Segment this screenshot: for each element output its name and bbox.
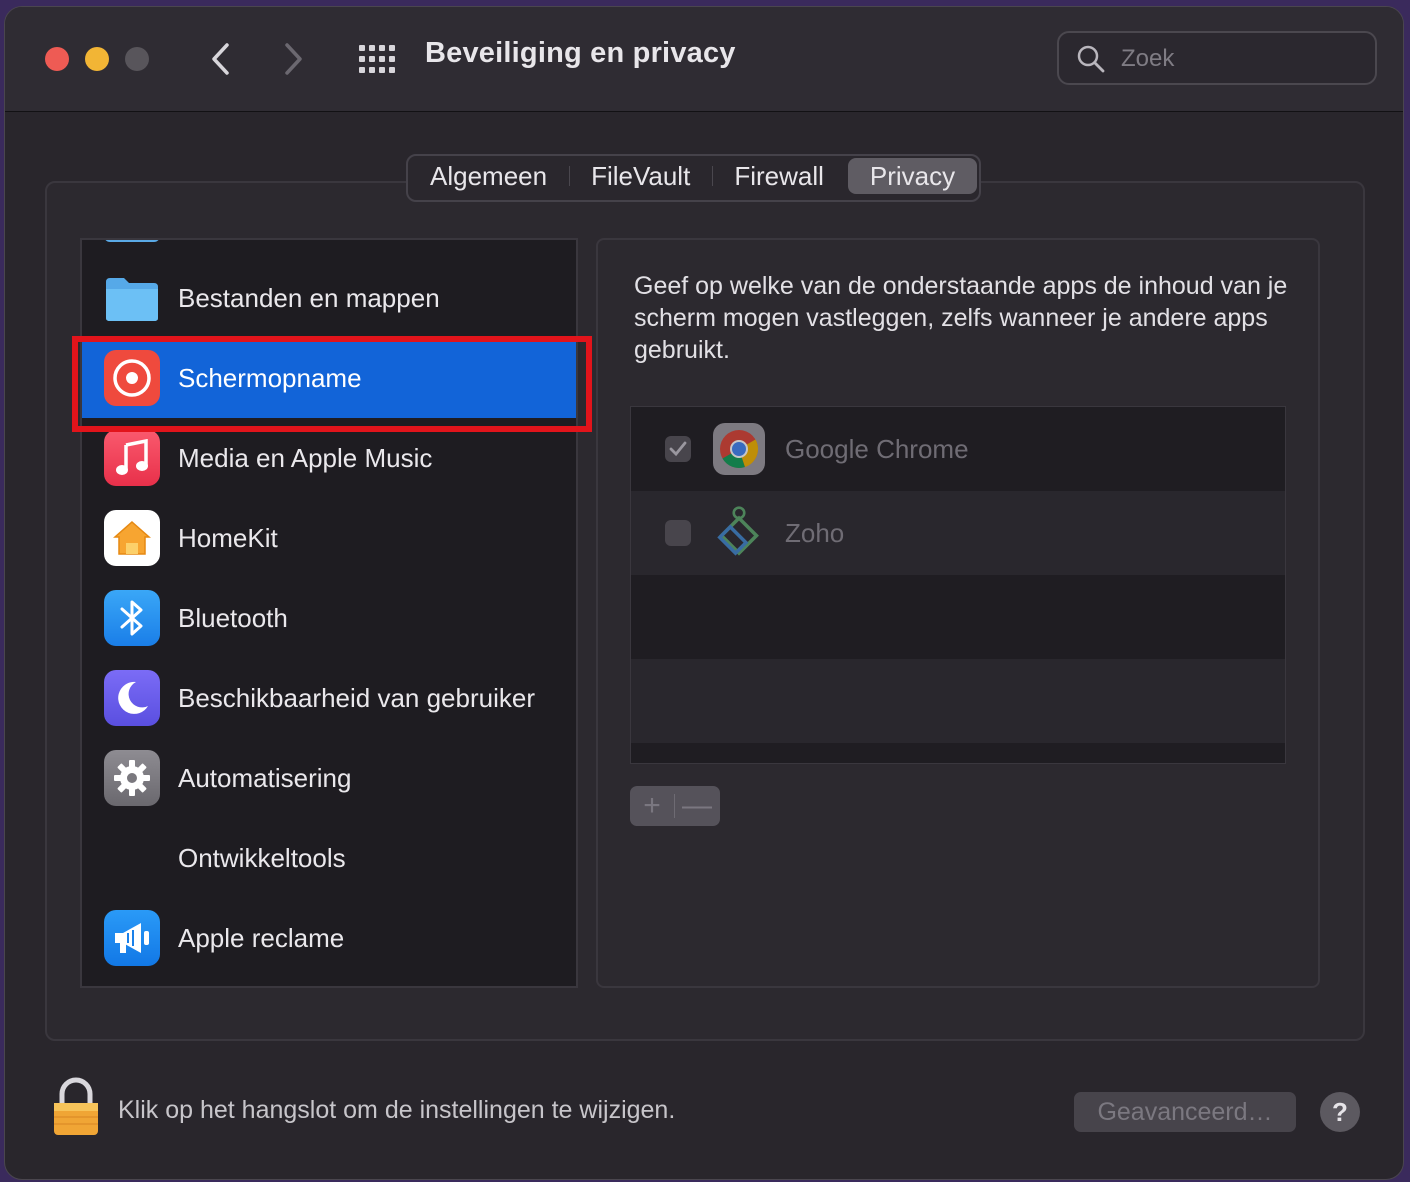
zoho-icon [711, 505, 767, 561]
sidebar-item-beschikbaarheid[interactable]: Beschikbaarheid van gebruiker [82, 658, 576, 738]
app-checkbox-zoho[interactable] [665, 520, 691, 546]
search-icon [1077, 45, 1105, 73]
sidebar-item-bestanden-en-mappen[interactable]: Bestanden en mappen [82, 258, 576, 338]
app-list[interactable]: Google Chrome Zoho [630, 406, 1286, 764]
privacy-detail-pane: Geef op welke van de onderstaande apps d… [596, 238, 1320, 988]
sidebar-item-label: Apple reclame [178, 922, 345, 953]
tab-privacy[interactable]: Privacy [847, 158, 978, 194]
sidebar-item-label: Beschikbaarheid van gebruiker [178, 682, 535, 713]
sidebar-item-homekit[interactable]: HomeKit [82, 498, 576, 578]
add-remove-control: + — [630, 786, 720, 826]
sidebar-item-ontwikkeltools[interactable]: Ontwikkeltools [82, 818, 576, 898]
chevron-right-icon [285, 43, 302, 75]
privacy-description: Geef op welke van de onderstaande apps d… [634, 272, 1288, 364]
advanced-button[interactable]: Geavanceerd… [1074, 1092, 1296, 1132]
forward-button[interactable] [277, 41, 311, 77]
checkmark-icon [669, 441, 687, 457]
bluetooth-icon [104, 590, 160, 646]
megaphone-icon [104, 910, 160, 966]
search-input[interactable] [1119, 43, 1363, 75]
sidebar-item-label: Ontwikkeltools [178, 842, 346, 873]
close-window-button[interactable] [45, 47, 69, 71]
sidebar-item-label: Media en Apple Music [178, 442, 433, 473]
back-button[interactable] [203, 41, 237, 77]
tab-filevault[interactable]: FileVault [569, 156, 712, 196]
chrome-icon [711, 421, 767, 477]
chevron-left-icon [212, 43, 229, 75]
folder-icon [104, 270, 160, 326]
lock-hint-text: Klik op het hangslot om de instellingen … [118, 1096, 676, 1124]
gear-icon [104, 750, 160, 806]
empty-row [631, 575, 1285, 659]
show-all-button[interactable] [355, 41, 399, 77]
tab-bar: Algemeen FileVault Firewall Privacy [406, 154, 982, 202]
sidebar-item-label: Bestanden en mappen [178, 282, 440, 313]
window-title: Beveiliging en privacy [425, 37, 736, 69]
blank-icon [104, 830, 160, 886]
app-label: Zoho [785, 517, 845, 548]
lock-button[interactable] [48, 1076, 104, 1143]
titlebar: Beveiliging en privacy [5, 7, 1403, 112]
app-label: Google Chrome [785, 433, 969, 464]
sidebar-item-bluetooth[interactable]: Bluetooth [82, 578, 576, 658]
padlock-icon [54, 1077, 98, 1135]
app-checkbox-chrome[interactable] [665, 436, 691, 462]
tab-algemeen[interactable]: Algemeen [408, 156, 569, 196]
moon-icon [104, 670, 160, 726]
sidebar-item-apple-reclame[interactable]: Apple reclame [82, 898, 576, 978]
empty-row [631, 659, 1285, 743]
search-field[interactable] [1057, 31, 1377, 85]
annotation-highlight-box [72, 336, 592, 432]
sidebar-item-label: HomeKit [178, 522, 278, 553]
zoom-window-button[interactable] [125, 47, 149, 71]
app-row-google-chrome[interactable]: Google Chrome [631, 407, 1285, 491]
sidebar-item-label: Bluetooth [178, 602, 288, 633]
add-app-button[interactable]: + [630, 786, 674, 826]
tab-firewall[interactable]: Firewall [712, 156, 846, 196]
grid-icon [359, 45, 395, 73]
app-row-zoho[interactable]: Zoho [631, 491, 1285, 575]
sidebar-item-label: Automatisering [178, 762, 352, 793]
partial-item-icon [104, 240, 160, 242]
help-button[interactable]: ? [1320, 1092, 1360, 1132]
remove-app-button[interactable]: — [675, 786, 719, 826]
music-icon [104, 430, 160, 486]
minimize-window-button[interactable] [85, 47, 109, 71]
sidebar-item-automatisering[interactable]: Automatisering [82, 738, 576, 818]
home-icon [104, 510, 160, 566]
